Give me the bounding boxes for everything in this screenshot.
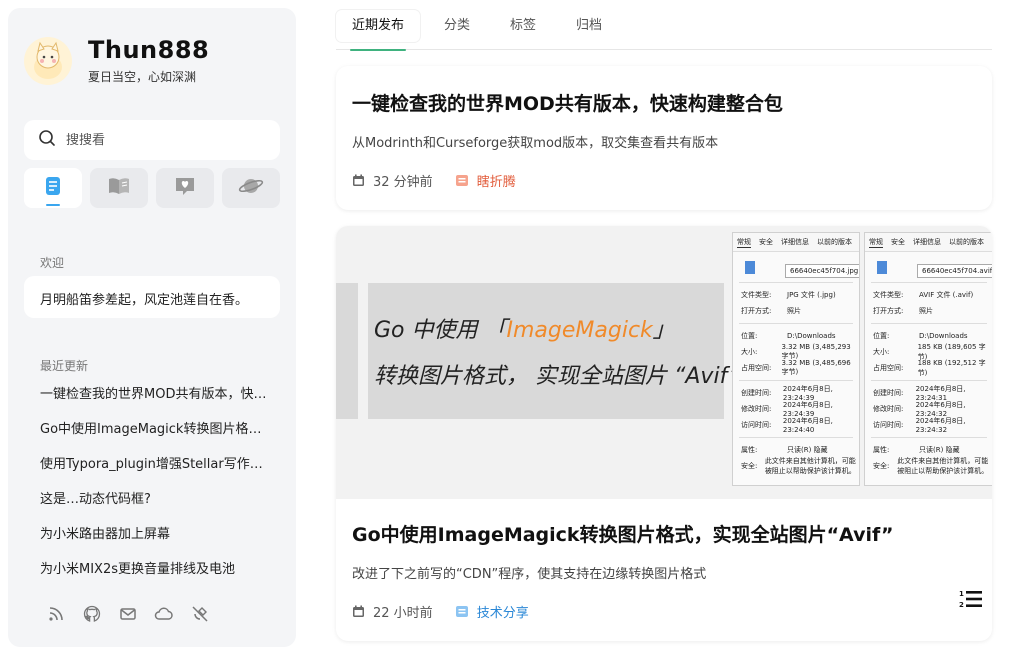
tab-categories[interactable]: 分类 bbox=[428, 10, 486, 42]
satellite-icon[interactable] bbox=[190, 604, 210, 624]
post-time-text: 32 分钟前 bbox=[373, 175, 433, 190]
book-icon bbox=[107, 176, 131, 200]
list-icon: 12 bbox=[959, 589, 983, 613]
post-tabs: 近期发布 分类 标签 归档 bbox=[336, 10, 992, 51]
toc-button[interactable]: 12 bbox=[958, 589, 984, 613]
cover-headline: Go 中使用 「ImageMagick」 bbox=[374, 318, 675, 343]
post-cover-image[interactable]: Go 中使用 「ImageMagick」 转换图片格式， 实现全站图片 “Avi… bbox=[336, 226, 992, 499]
search-icon bbox=[38, 129, 56, 151]
search-box[interactable] bbox=[24, 120, 280, 160]
nav-tab-notes[interactable] bbox=[156, 168, 214, 208]
nav-tab-explore[interactable] bbox=[222, 168, 280, 208]
post-title[interactable]: 一键检查我的世界MOD共有版本，快速构建整合包 bbox=[352, 89, 783, 116]
document-icon bbox=[43, 175, 63, 201]
rss-icon[interactable] bbox=[46, 604, 66, 624]
post-card[interactable]: 一键检查我的世界MOD共有版本，快速构建整合包 从Modrinth和Cursef… bbox=[336, 66, 992, 210]
avatar[interactable] bbox=[24, 36, 72, 85]
calendar-icon bbox=[353, 174, 364, 186]
post-meta: 22 小时前 技术分享 bbox=[352, 602, 551, 621]
tab-archive[interactable]: 归档 bbox=[560, 10, 618, 42]
svg-text:1: 1 bbox=[959, 590, 964, 598]
recent-item[interactable]: 使用Typora_plugin增强Stellar写作体验 bbox=[40, 456, 268, 491]
site-subtitle: 夏日当空，心如深渊 bbox=[88, 70, 197, 84]
sidebar-nav bbox=[24, 168, 280, 208]
post-meta: 32 分钟前 瞎折腾 bbox=[352, 171, 538, 190]
image-file-icon bbox=[877, 261, 887, 274]
nav-tab-posts[interactable] bbox=[24, 168, 82, 208]
post-description: 从Modrinth和Curseforge获取mod版本，取交集查看共有版本 bbox=[352, 136, 719, 151]
post-card[interactable]: Go 中使用 「ImageMagick」 转换图片格式， 实现全站图片 “Avi… bbox=[336, 226, 992, 641]
tab-tags[interactable]: 标签 bbox=[494, 10, 552, 42]
search-input[interactable] bbox=[66, 132, 266, 148]
svg-text:2: 2 bbox=[959, 601, 964, 609]
recent-label: 最近更新 bbox=[40, 359, 89, 373]
post-time: 22 小时前 bbox=[352, 602, 433, 621]
calendar-icon bbox=[353, 605, 364, 617]
folder-icon bbox=[455, 175, 468, 186]
profile[interactable]: Thun888 夏日当空，心如深渊 bbox=[24, 36, 209, 85]
tab-recent[interactable]: 近期发布 bbox=[336, 10, 421, 51]
social-links bbox=[46, 604, 210, 624]
cloud-icon[interactable] bbox=[154, 604, 174, 624]
recent-item[interactable]: 为小米MIX2s更换音量排线及电池 bbox=[40, 561, 268, 596]
post-time: 32 分钟前 bbox=[352, 171, 433, 190]
image-file-icon bbox=[745, 261, 755, 274]
file-properties-dialog-avif: 常规 安全 详细信息 以前的版本 66640ec45f704.avif 文件类型… bbox=[864, 232, 992, 486]
cover-subheadline: 转换图片格式， 实现全站图片 “Avif” bbox=[374, 364, 740, 389]
heart-chat-icon bbox=[173, 175, 197, 201]
post-category[interactable]: 瞎折腾 bbox=[455, 171, 516, 190]
cover-banner bbox=[368, 283, 724, 419]
sidebar: Thun888 夏日当空，心如深渊 搜搜看 欢迎 月明船笛参差起，风定池莲自在香… bbox=[8, 8, 296, 647]
recent-list: 一键检查我的世界MOD共有版本，快速构建整合包 Go中使用ImageMagick… bbox=[40, 386, 268, 596]
planet-icon bbox=[238, 175, 264, 201]
github-icon[interactable] bbox=[82, 604, 102, 624]
folder-icon bbox=[455, 606, 468, 617]
file-properties-dialog-jpg: 常规 安全 详细信息 以前的版本 66640ec45f704.jpg 文件类型:… bbox=[732, 232, 860, 486]
welcome-text: 月明船笛参差起，风定池莲自在香。 bbox=[24, 276, 280, 318]
post-description: 改进了下之前写的“CDN”程序，使其支持在边缘转换图片格式 bbox=[352, 567, 707, 582]
nav-tab-wiki[interactable] bbox=[90, 168, 148, 208]
welcome-label: 欢迎 bbox=[40, 256, 65, 270]
recent-item[interactable]: 一键检查我的世界MOD共有版本，快速构建整合包 bbox=[40, 386, 268, 421]
site-title[interactable]: Thun888 bbox=[88, 36, 209, 64]
recent-item[interactable]: 为小米路由器加上屏幕 bbox=[40, 526, 268, 561]
recent-item[interactable]: 这是…动态代码框? bbox=[40, 491, 268, 526]
post-category[interactable]: 技术分享 bbox=[455, 602, 529, 621]
recent-item[interactable]: Go中使用ImageMagick转换图片格式，实现全站图片“Avif” bbox=[40, 421, 268, 456]
mail-icon[interactable] bbox=[118, 604, 138, 624]
cover-decor-bar bbox=[336, 283, 358, 419]
post-time-text: 22 小时前 bbox=[373, 606, 433, 621]
post-category-text[interactable]: 技术分享 bbox=[477, 602, 529, 621]
post-category-text[interactable]: 瞎折腾 bbox=[477, 171, 516, 190]
post-title[interactable]: Go中使用ImageMagick转换图片格式，实现全站图片“Avif” bbox=[352, 520, 894, 547]
